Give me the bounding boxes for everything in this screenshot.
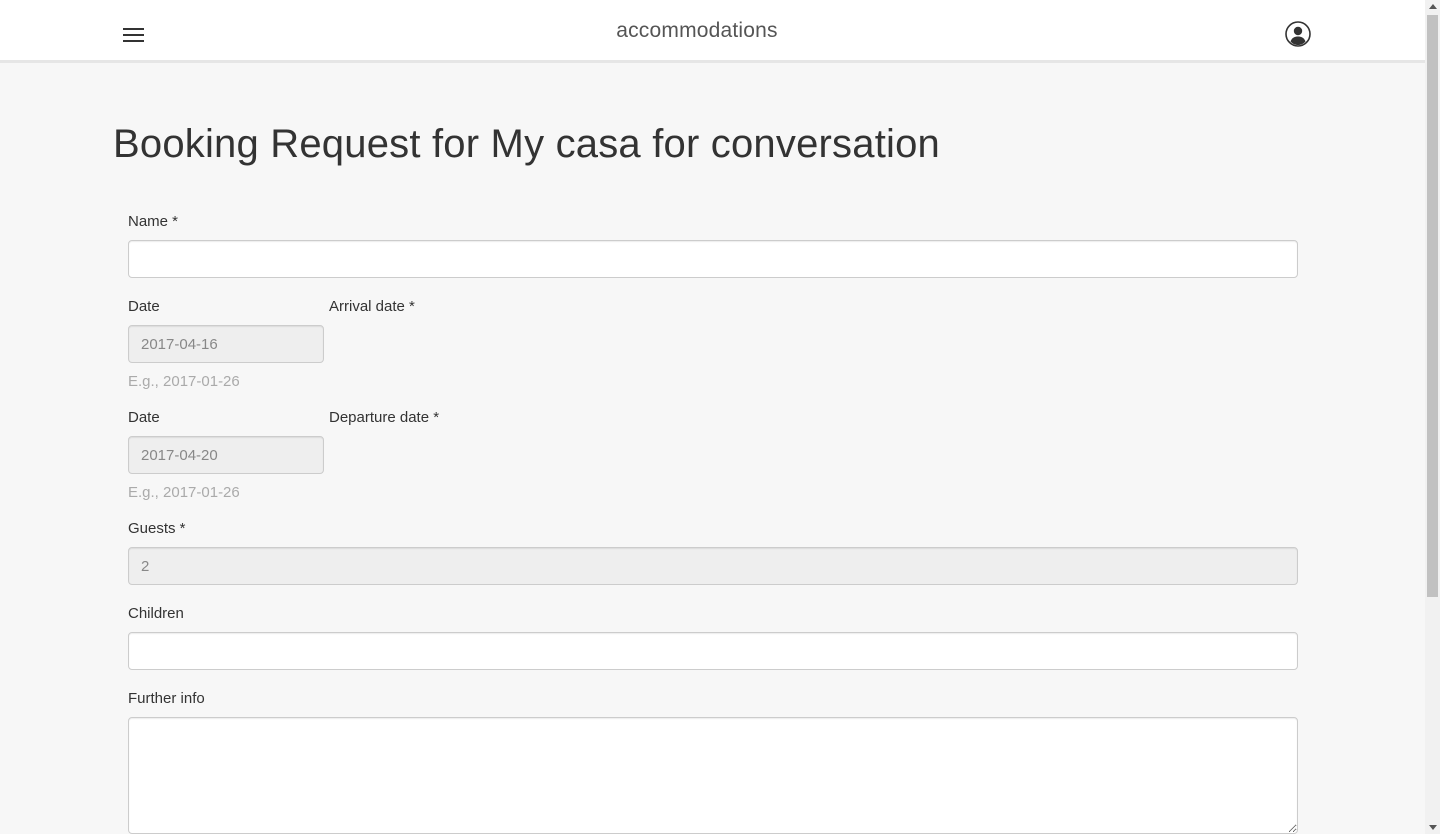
scroll-down-arrow-icon[interactable] xyxy=(1429,825,1437,830)
departure-date-help: E.g., 2017-01-26 xyxy=(128,484,240,501)
further-info-textarea[interactable] xyxy=(128,717,1298,834)
departure-date-input[interactable] xyxy=(128,436,324,474)
top-navbar: accommodations xyxy=(0,0,1425,63)
arrival-date-help: E.g., 2017-01-26 xyxy=(128,373,240,390)
scroll-up-arrow-icon[interactable] xyxy=(1429,4,1437,9)
further-info-label: Further info xyxy=(128,690,205,707)
arrival-date-label: Arrival date * xyxy=(329,298,415,315)
arrival-date-field-label: Date xyxy=(128,298,160,315)
page-scrollbar[interactable] xyxy=(1425,0,1440,834)
name-label: Name * xyxy=(128,213,179,230)
scrollbar-thumb[interactable] xyxy=(1427,15,1438,597)
guests-input[interactable] xyxy=(128,547,1298,585)
name-input[interactable] xyxy=(128,240,1298,278)
guests-label: Guests * xyxy=(128,520,186,537)
children-input[interactable] xyxy=(128,632,1298,670)
children-label: Children xyxy=(128,605,184,622)
departure-date-label: Departure date * xyxy=(329,409,440,426)
page-viewport: accommodations Booking Request for My ca… xyxy=(0,0,1440,834)
user-account-icon-svg xyxy=(1285,21,1311,47)
departure-date-field-label: Date xyxy=(128,409,160,426)
page-title: Booking Request for My casa for conversa… xyxy=(113,122,940,166)
user-account-icon[interactable] xyxy=(1284,20,1312,48)
arrival-date-input[interactable] xyxy=(128,325,324,363)
brand-title[interactable]: accommodations xyxy=(0,19,1394,43)
